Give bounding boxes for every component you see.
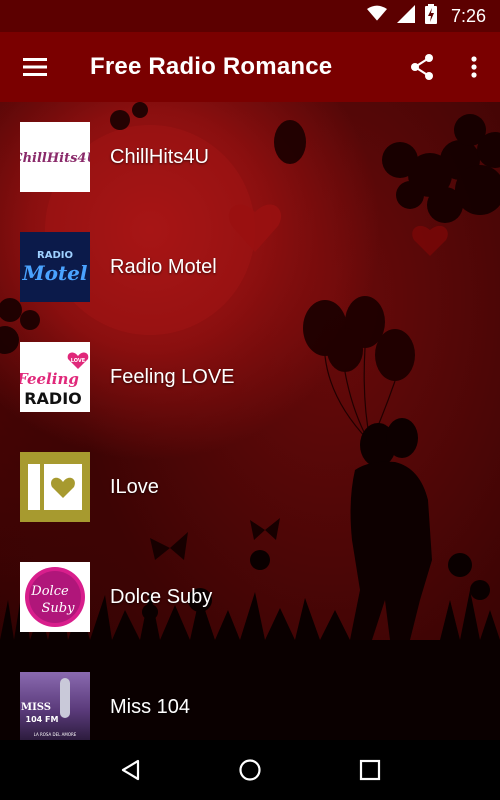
back-icon — [121, 759, 140, 781]
logo-text: RADIO — [24, 389, 82, 408]
station-name: Miss 104 — [110, 695, 191, 718]
station-logo — [20, 452, 90, 522]
logo-text: 104 FM — [26, 715, 59, 724]
station-name: Radio Motel — [110, 255, 217, 278]
station-item-miss-104[interactable]: MISS 104 FM LA ROSA DEL AMORE Miss 104 — [0, 652, 500, 740]
home-button[interactable] — [220, 740, 280, 800]
status-time: 7:26 — [450, 5, 486, 26]
station-item-dolce-suby[interactable]: Dolce Suby Dolce Suby — [0, 542, 500, 652]
station-list: ChillHits4U ChillHits4U RADIO Motel Radi… — [0, 102, 500, 740]
wifi-icon — [366, 5, 387, 28]
status-bar: 7:26 — [0, 0, 500, 32]
home-icon — [239, 759, 261, 781]
logo-text: Motel — [21, 261, 87, 285]
station-logo: ChillHits4U — [20, 122, 90, 192]
menu-icon — [23, 58, 47, 76]
station-name: ILove — [110, 475, 159, 498]
station-logo: LOVE Feeling RADIO — [20, 342, 90, 412]
station-logo: RADIO Motel — [20, 232, 90, 302]
logo-text-top: Dolce — [30, 584, 69, 599]
station-item-radio-motel[interactable]: RADIO Motel Radio Motel — [0, 212, 500, 322]
station-logo: Dolce Suby — [20, 562, 90, 632]
system-nav-bar — [0, 740, 500, 800]
overflow-menu-button[interactable] — [448, 32, 500, 102]
more-vert-icon — [471, 56, 477, 78]
station-logo: MISS 104 FM LA ROSA DEL AMORE — [20, 672, 90, 740]
station-item-ilove[interactable]: ILove — [0, 432, 500, 542]
recents-icon — [359, 759, 381, 781]
station-item-chillhits4u[interactable]: ChillHits4U ChillHits4U — [0, 102, 500, 212]
station-name: ChillHits4U — [110, 145, 209, 168]
share-button[interactable] — [396, 32, 448, 102]
logo-text: Suby — [42, 601, 76, 616]
share-icon — [411, 54, 433, 80]
station-name: Feeling LOVE — [110, 365, 235, 388]
menu-button[interactable] — [0, 32, 70, 102]
logo-badge: LOVE — [71, 358, 86, 364]
recents-button[interactable] — [340, 740, 400, 800]
app-title: Free Radio Romance — [90, 53, 333, 80]
logo-text: ChillHits4U — [20, 151, 90, 166]
logo-text-top: MISS — [21, 702, 51, 713]
station-item-feeling-love[interactable]: LOVE Feeling RADIO Feeling LOVE — [0, 322, 500, 432]
logo-text-top: Feeling — [20, 370, 79, 388]
battery-charging-icon — [424, 3, 437, 29]
logo-text-top: RADIO — [37, 250, 73, 261]
app-bar: Free Radio Romance — [0, 32, 500, 102]
logo-sub: LA ROSA DEL AMORE — [34, 732, 77, 737]
station-name: Dolce Suby — [110, 585, 213, 608]
back-button[interactable] — [100, 740, 160, 800]
signal-icon — [396, 4, 415, 28]
